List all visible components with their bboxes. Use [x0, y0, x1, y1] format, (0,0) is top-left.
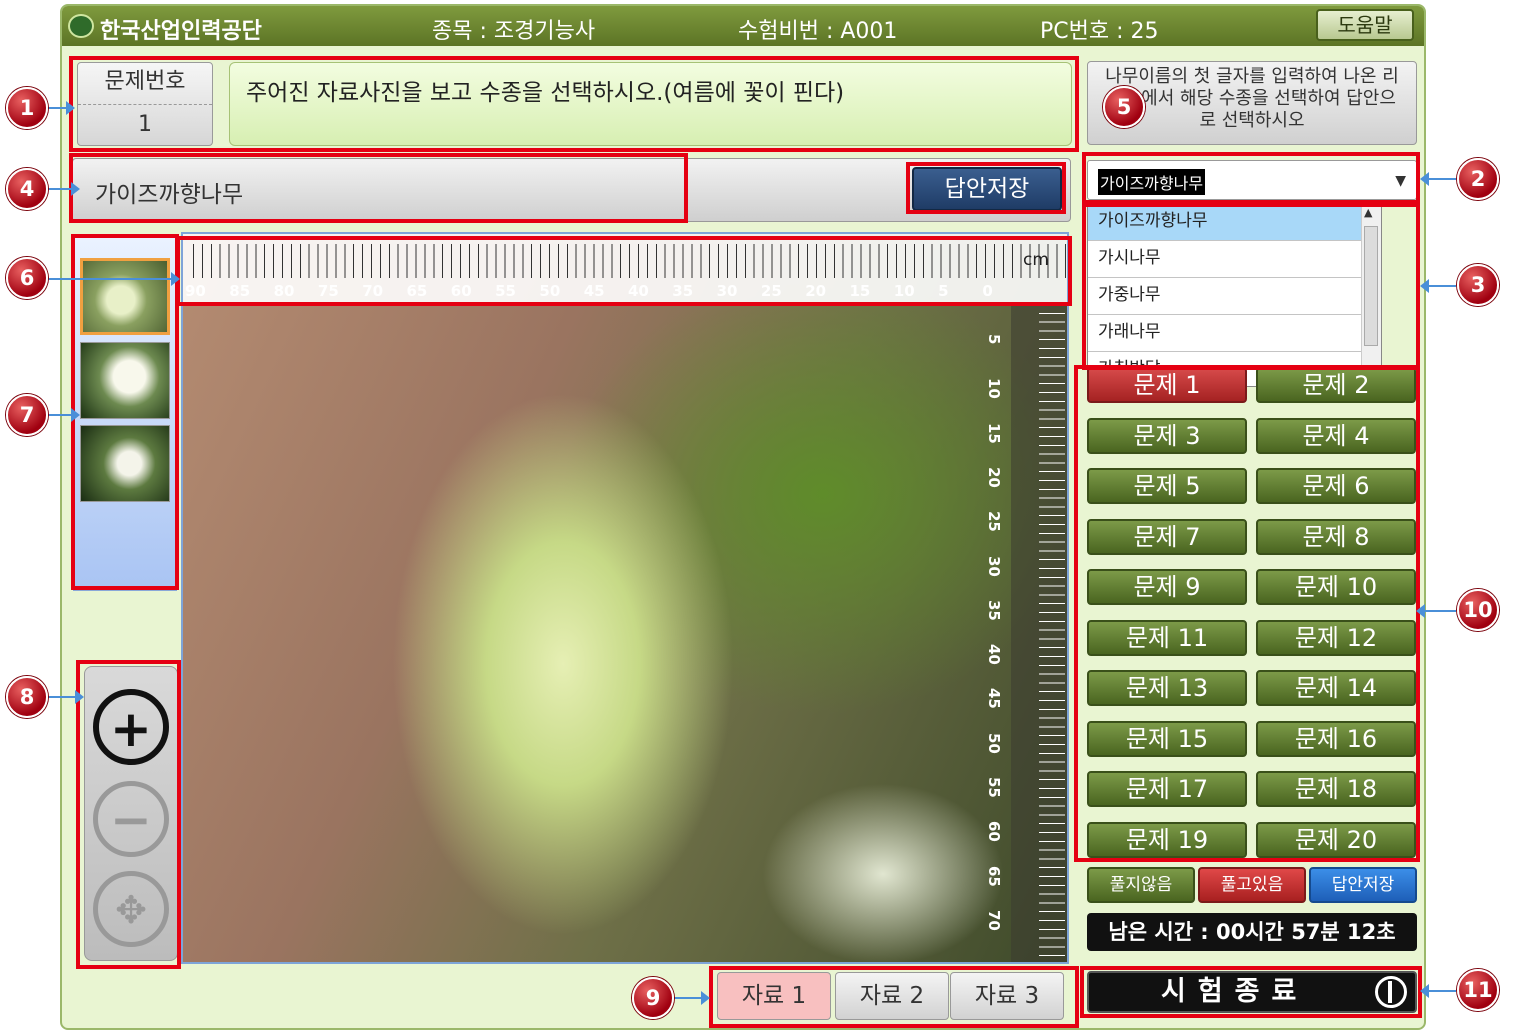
callout-arrow: [1420, 279, 1456, 293]
ruler-tick-label: 70: [985, 909, 1003, 931]
callout-arrow: [48, 272, 180, 286]
vertical-ruler: [1011, 304, 1067, 962]
vertical-ruler-ticks: 5 10 15 20 25 30 35 40 45 50 55 60 65 70: [983, 304, 1009, 962]
ruler-tick-label: 25: [985, 511, 1003, 533]
title-bar: 한국산업인력공단 종목 : 조경기능사 수험비번 : A001 PC번호 : 2…: [62, 6, 1424, 46]
highlight-species-select: [1082, 152, 1420, 204]
callout-badge: 6: [6, 257, 48, 299]
callout-badge: 4: [6, 168, 48, 210]
org-logo-icon: [68, 14, 94, 38]
ruler-tick-label: 30: [985, 555, 1003, 577]
callout-badge: 8: [6, 676, 48, 718]
callout-badge: 9: [632, 977, 674, 1019]
callout-arrow: [45, 101, 75, 115]
ruler-tick-label: 15: [985, 422, 1003, 444]
ruler-tick-label: 55: [985, 777, 1003, 798]
highlight-problem-grid: [1074, 365, 1420, 862]
legend-unanswered: 풀지않음: [1087, 867, 1195, 903]
highlight-thumbnails: [71, 234, 179, 590]
callout-badge: 10: [1457, 589, 1499, 631]
ruler-tick-label: 60: [985, 821, 1003, 843]
status-legend: 풀지않음 풀고있음 답안저장: [1087, 867, 1417, 907]
legend-saved: 답안저장: [1309, 867, 1417, 903]
callout-badge: 1: [6, 87, 48, 129]
callout-badge: 3: [1457, 264, 1499, 306]
ruler-tick-label: 50: [985, 732, 1003, 754]
ruler-tick-label: 40: [985, 644, 1003, 665]
callout-arrow: [672, 991, 710, 1005]
ruler-tick-label: 5: [985, 334, 1003, 345]
help-button[interactable]: 도움말: [1316, 9, 1414, 41]
ruler-tick-label: 45: [985, 688, 1003, 710]
tree-photo: [183, 234, 1067, 962]
remaining-time: 남은 시간 : 00시간 57분 12초: [1087, 913, 1417, 951]
ruler-tick-label: 35: [985, 599, 1003, 621]
highlight-end-button: [1080, 966, 1422, 1018]
highlight-question-area: [69, 56, 1079, 152]
callout-arrow: [48, 182, 80, 196]
highlight-zoom-controls: [76, 660, 181, 969]
ruler-tick-label: 10: [985, 378, 1003, 400]
exam-number: 수험비번 : A001: [738, 19, 898, 44]
callout-badge: 7: [6, 394, 48, 436]
subject-label: 종목 : 조경기능사: [432, 19, 596, 44]
ruler-tick-label: 20: [985, 466, 1003, 488]
callout-arrow: [1416, 604, 1456, 618]
highlight-species-list: [1082, 203, 1420, 370]
legend-in-progress: 풀고있음: [1198, 867, 1306, 903]
highlight-answer-display: [69, 153, 688, 223]
callout-arrow: [48, 408, 80, 422]
callout-badge: 5: [1103, 86, 1145, 128]
pc-number: PC번호 : 25: [1040, 19, 1159, 44]
image-viewer[interactable]: cm 90 85 80 75 70 65 60 55 50 45 40 35 30 25 20 15 10 5 0 …: [181, 232, 1069, 964]
ruler-tick-label: 65: [985, 865, 1003, 887]
callout-arrow: [48, 690, 84, 704]
callout-arrow: [1420, 984, 1456, 998]
callout-arrow: [1420, 172, 1456, 186]
org-name: 한국산업인력공단: [100, 19, 262, 44]
callout-badge: 11: [1457, 969, 1499, 1011]
callout-badge: 2: [1457, 158, 1499, 200]
highlight-ruler: [176, 236, 1072, 306]
highlight-save-button: [906, 162, 1066, 214]
highlight-material-tabs: [709, 966, 1079, 1028]
